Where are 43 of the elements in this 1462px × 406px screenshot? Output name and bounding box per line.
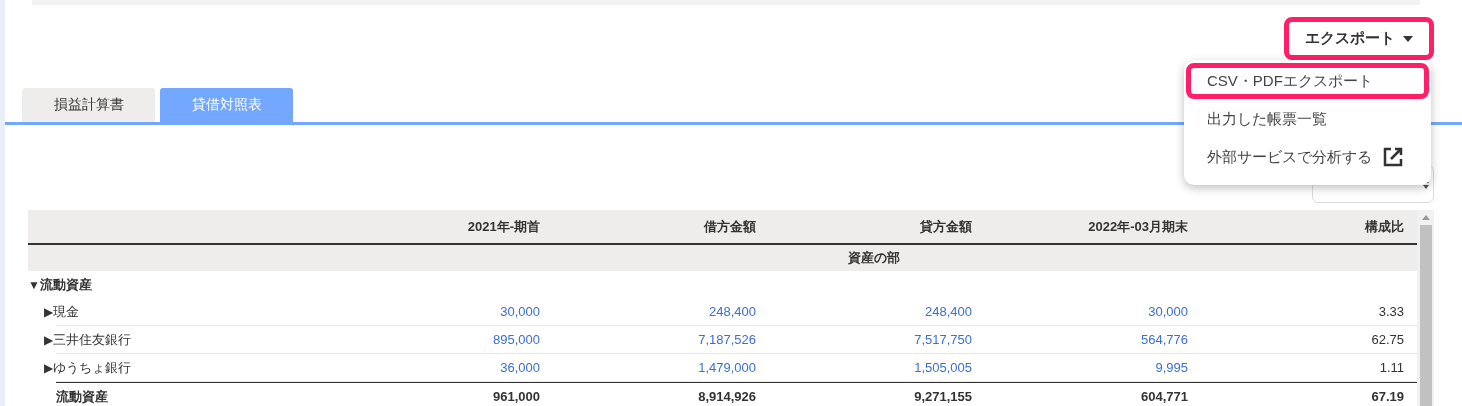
table-cell: 67.19 [1371,389,1404,404]
column-header: 借方金額 [702,217,757,236]
tree-toggle[interactable]: ▶ [44,360,54,375]
table-cell: 3.33 [1378,304,1404,319]
row-label: 現金 [53,302,80,321]
tree-toggle[interactable]: ▶ [44,304,54,319]
row-label: 流動資産 [39,275,92,294]
amount-link[interactable]: 7,517,750 [914,332,972,347]
table-cell: 961,000 [493,389,540,404]
column-header: 構成比 [1363,217,1405,236]
amount-link[interactable]: 36,000 [500,360,540,375]
row-label: ゆうちょ銀行 [53,358,132,377]
amount-link[interactable]: 7,187,526 [698,332,756,347]
tree-toggle[interactable]: ▶ [44,332,54,347]
table-cell: 8,914,926 [698,389,756,404]
amount-link[interactable]: 30,000 [1148,304,1188,319]
scroll-up-icon [1421,215,1430,220]
table-cell: 1.11 [1379,360,1404,375]
export-button[interactable]: エクスポート [1284,17,1434,60]
amount-link[interactable]: 248,400 [709,304,756,319]
amount-link[interactable]: 895,000 [493,332,540,347]
amount-link[interactable]: 1,505,005 [914,360,972,375]
table-cell: 62.75 [1371,332,1404,347]
tree-toggle[interactable]: ▼ [28,277,40,292]
table-cell: 604,771 [1141,389,1188,404]
column-header: 2022年-03月期末 [1087,217,1189,236]
section-heading: 資産の部 [847,249,900,267]
scrollbar[interactable] [1417,210,1434,406]
amount-link[interactable]: 248,400 [925,304,972,319]
menu-item[interactable]: CSV・PDFエクスポート [1186,63,1429,99]
column-header: 貸方金額 [919,217,973,236]
menu-item[interactable]: 外部サービスで分析する [1186,139,1429,175]
amount-link[interactable]: 9,995 [1155,360,1188,375]
tab[interactable]: 損益計算書 [22,88,155,122]
menu-item[interactable]: 出力した帳票一覧 [1186,101,1429,137]
row-label: 流動資産 [56,387,108,406]
caret-icon [1403,35,1413,42]
amount-link[interactable]: 1,479,000 [698,360,756,375]
amount-link[interactable]: 30,000 [500,304,540,319]
row-label: 三井住友銀行 [53,330,132,349]
column-header: 2021年-期首 [466,217,541,236]
amount-link[interactable]: 564,776 [1141,332,1188,347]
table-cell: 9,271,155 [914,389,972,404]
